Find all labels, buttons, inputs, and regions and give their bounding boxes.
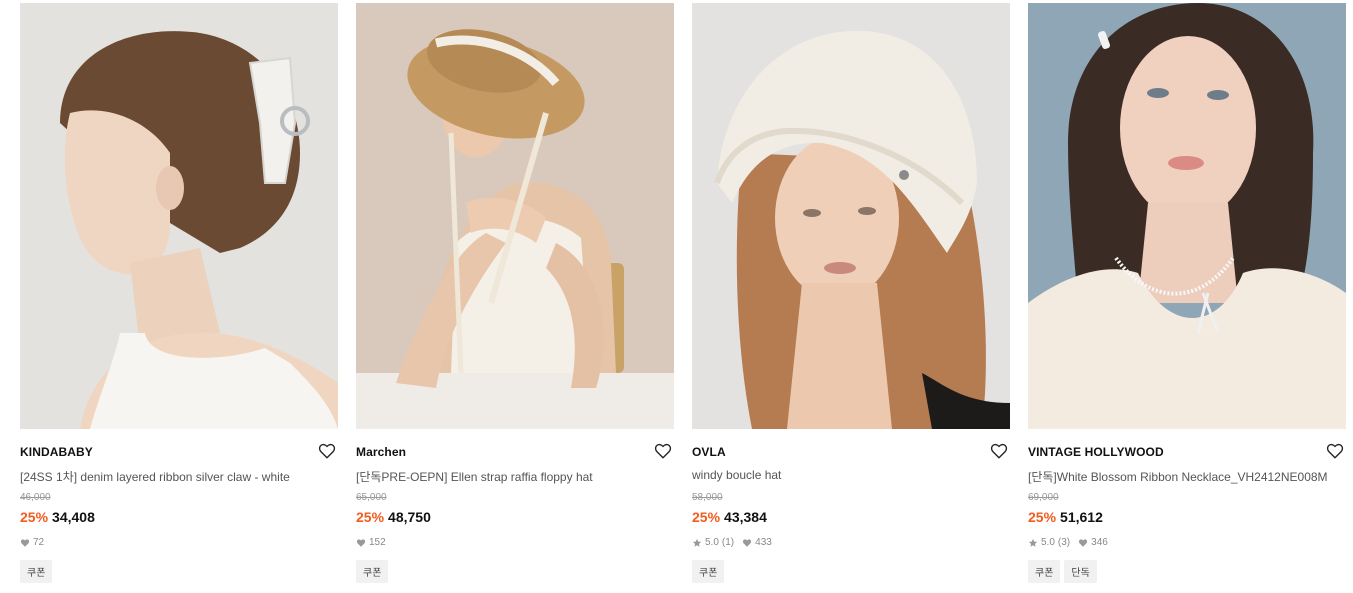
review-count: (1) xyxy=(721,537,735,548)
coupon-tag: 쿠폰 xyxy=(356,560,389,583)
discount-rate: 25% xyxy=(20,509,49,525)
star-icon xyxy=(1028,538,1038,547)
review-count: (3) xyxy=(1057,537,1071,548)
product-stats: 152 xyxy=(356,537,394,548)
necklace-photo-icon xyxy=(1028,3,1346,429)
coupon-tag: 쿠폰 xyxy=(20,560,53,583)
rating-value: 5.0 xyxy=(705,537,719,548)
product-name[interactable]: windy boucle hat xyxy=(692,468,1022,482)
brand-name[interactable]: OVLA xyxy=(692,445,726,459)
product-card[interactable]: KINDABABY [24SS 1차] denim layered ribbon… xyxy=(20,3,338,593)
star-icon xyxy=(692,538,702,547)
original-price: 46,000 xyxy=(20,492,51,503)
product-grid: KINDABABY [24SS 1차] denim layered ribbon… xyxy=(20,3,1353,593)
coupon-tag: 쿠폰 xyxy=(692,560,725,583)
heart-filled-icon xyxy=(743,538,752,547)
hair-claw-photo-icon xyxy=(20,3,338,429)
heart-filled-icon xyxy=(20,538,30,547)
discount-rate: 25% xyxy=(692,509,721,525)
coupon-tag: 쿠폰 xyxy=(1028,560,1061,583)
wishlist-heart-icon[interactable] xyxy=(990,442,1008,460)
wishlist-heart-icon[interactable] xyxy=(318,442,336,460)
product-card[interactable]: VINTAGE HOLLYWOOD [단독]White Blossom Ribb… xyxy=(1028,3,1346,593)
heart-filled-icon xyxy=(356,538,366,547)
exclusive-tag: 단독 xyxy=(1064,560,1097,583)
tag-list: 쿠폰 xyxy=(20,560,56,583)
likes-count: 72 xyxy=(33,537,45,548)
heart-filled-icon xyxy=(1079,538,1088,547)
product-card[interactable]: Marchen [단독PRE-OEPN] Ellen strap raffia … xyxy=(356,3,674,593)
likes-stat: 433 xyxy=(742,537,772,548)
sale-price: 48,750 xyxy=(388,509,431,525)
product-stats: 5.0 (3) 346 xyxy=(1028,537,1116,548)
price-row: 25% 34,408 xyxy=(20,509,95,525)
rating-value: 5.0 xyxy=(1041,537,1055,548)
tag-list: 쿠폰 xyxy=(692,560,728,583)
brand-name[interactable]: Marchen xyxy=(356,445,406,459)
product-stats: 72 xyxy=(20,537,52,548)
product-name[interactable]: [24SS 1차] denim layered ribbon silver cl… xyxy=(20,468,350,485)
brand-name[interactable]: VINTAGE HOLLYWOOD xyxy=(1028,445,1164,459)
discount-rate: 25% xyxy=(356,509,385,525)
likes-count: 433 xyxy=(755,537,772,548)
product-card[interactable]: OVLA windy boucle hat 58,000 25% 43,384 5… xyxy=(692,3,1010,593)
likes-stat: 346 xyxy=(1078,537,1108,548)
likes-stat: 152 xyxy=(356,537,386,548)
wishlist-heart-icon[interactable] xyxy=(1326,442,1344,460)
price-row: 25% 51,612 xyxy=(1028,509,1103,525)
product-image[interactable] xyxy=(356,3,674,429)
original-price: 69,000 xyxy=(1028,492,1059,503)
product-name[interactable]: [단독]White Blossom Ribbon Necklace_VH2412… xyxy=(1028,468,1353,485)
original-price: 65,000 xyxy=(356,492,387,503)
price-row: 25% 43,384 xyxy=(692,509,767,525)
tag-list: 쿠폰 xyxy=(356,560,392,583)
tag-list: 쿠폰 단독 xyxy=(1028,560,1101,583)
sale-price: 51,612 xyxy=(1060,509,1103,525)
product-image[interactable] xyxy=(20,3,338,429)
brand-name[interactable]: KINDABABY xyxy=(20,445,93,459)
product-name[interactable]: [단독PRE-OEPN] Ellen strap raffia floppy h… xyxy=(356,468,686,485)
wishlist-heart-icon[interactable] xyxy=(654,442,672,460)
product-stats: 5.0 (1) 433 xyxy=(692,537,780,548)
likes-stat: 72 xyxy=(20,537,44,548)
original-price: 58,000 xyxy=(692,492,723,503)
boucle-hat-photo-icon xyxy=(692,3,1010,429)
likes-count: 346 xyxy=(1091,537,1108,548)
raffia-hat-photo-icon xyxy=(356,3,674,429)
rating-stat: 5.0 (3) xyxy=(1028,537,1070,548)
product-image[interactable] xyxy=(692,3,1010,429)
discount-rate: 25% xyxy=(1028,509,1057,525)
price-row: 25% 48,750 xyxy=(356,509,431,525)
sale-price: 34,408 xyxy=(52,509,95,525)
product-image[interactable] xyxy=(1028,3,1346,429)
likes-count: 152 xyxy=(369,537,386,548)
sale-price: 43,384 xyxy=(724,509,767,525)
rating-stat: 5.0 (1) xyxy=(692,537,734,548)
